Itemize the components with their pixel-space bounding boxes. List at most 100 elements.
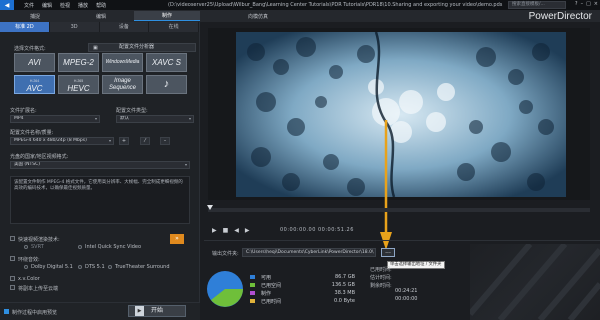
intel-label: Intel Quick Sync Video	[85, 244, 142, 250]
upload-checkbox[interactable]	[10, 285, 15, 290]
tab-3d[interactable]: 3D	[50, 22, 100, 32]
elapsed-value	[395, 272, 417, 280]
legend-name: 制作	[261, 290, 272, 297]
format-grid: AVI MPEG-2 WindowsMedia XAVC S H.264 AVC …	[14, 53, 190, 94]
close-button[interactable]: ×	[594, 1, 598, 7]
remaining-value: 00:24:21	[395, 288, 418, 294]
legend-value: 136.5 GB	[331, 282, 355, 288]
legend-value: 38.3 MB	[334, 290, 355, 296]
legend-name: 已用时间	[261, 298, 282, 305]
help-button[interactable]: ?	[575, 1, 578, 7]
previous-frame-icon[interactable]: ◀	[234, 227, 239, 234]
menu-view[interactable]: 检视	[60, 2, 70, 9]
region-label: 光盘的国家/地区视频格式:	[10, 154, 69, 160]
tab-edit[interactable]: 编辑	[68, 11, 134, 21]
preview-checkbox[interactable]	[4, 309, 9, 314]
format-avi[interactable]: AVI	[14, 53, 55, 72]
format-avc[interactable]: H.264 AVC	[14, 75, 55, 94]
start-button[interactable]: ▶ 开始	[128, 305, 186, 317]
intel-radio[interactable]	[78, 245, 82, 249]
surround-checkbox[interactable]	[10, 256, 15, 261]
output-folder-input[interactable]: C:\Users\heqi\Documents\CyberLink\PowerD…	[242, 248, 376, 257]
region-select[interactable]: 美国 (NTSC) ▾	[10, 161, 190, 169]
legend-value: 0.0 Byte	[334, 298, 355, 304]
format-audio[interactable]: ♪	[146, 75, 187, 94]
format-hevc[interactable]: H.265 HEVC	[58, 75, 99, 94]
add-profile-button[interactable]: +	[119, 137, 129, 145]
format-image-sequence[interactable]: Image Sequence	[102, 75, 143, 94]
format-mpeg2[interactable]: MPEG-2	[58, 53, 99, 72]
legend-value: 86.7 GB	[334, 274, 355, 280]
ext-select[interactable]: MP4 ▾	[10, 115, 100, 123]
tab-produce[interactable]: 制作	[134, 11, 200, 21]
format-label: 选择文件格式:	[14, 46, 46, 52]
quality-label: 配置文件名称/质量:	[10, 130, 54, 136]
dts-radio[interactable]	[78, 265, 82, 269]
seek-handle[interactable]	[207, 205, 213, 210]
menu-play[interactable]: 播放	[78, 2, 88, 9]
profile-type-value: 默认	[120, 116, 129, 121]
upload-label: 将副本上传至云端	[18, 286, 59, 292]
remove-profile-button[interactable]: –	[160, 137, 170, 145]
browse-button[interactable]: ...	[381, 248, 395, 257]
tab-online[interactable]: 在线	[149, 22, 199, 32]
total-value: 00:00:00	[395, 296, 418, 302]
format-mpeg2-label: MPEG-2	[63, 58, 94, 67]
preview-label: 制作过程中启用预览	[12, 310, 58, 316]
menu-edit[interactable]: 编辑	[42, 2, 52, 9]
browse-tooltip: 单击选择输出地址 / 文件夹	[387, 261, 445, 269]
stop-icon[interactable]: ■	[223, 227, 229, 234]
format-wm-label: WindowsMedia	[105, 59, 140, 65]
quality-select[interactable]: MPEG-4 640 x 480/24p (8 Mbps) ▾	[10, 137, 114, 145]
next-frame-icon[interactable]: ▶	[245, 227, 250, 234]
window-controls: ? – □ ×	[575, 1, 598, 7]
fast-render-checkbox[interactable]	[10, 236, 15, 241]
remaining-label: 剩余时间:	[370, 283, 392, 289]
start-label: 开始	[150, 307, 163, 314]
app-logo[interactable]: ◀	[0, 0, 14, 10]
search-input[interactable]: 搜索直接模板/...	[508, 1, 566, 9]
speed-icon: »	[170, 234, 184, 244]
truetheater-radio[interactable]	[108, 265, 112, 269]
tab-standard-2d[interactable]: 标准 2D	[0, 22, 50, 32]
xvcolor-checkbox[interactable]	[10, 276, 15, 281]
profile-description: 该配置文件制作 MPEG-4 格式文件，它使用高分辨率、大帧幅、完全制成更细视频…	[10, 176, 190, 224]
legend-name: 可用	[261, 274, 272, 281]
menu-file[interactable]: 文件	[24, 2, 34, 9]
project-path: (D:\videoserver25\Upload\Wilbur_Bang\Lea…	[168, 2, 503, 8]
chevron-down-icon: ▾	[184, 162, 187, 167]
format-windowsmedia[interactable]: WindowsMedia	[102, 53, 143, 72]
xvcolor-label: x.v.Color	[18, 276, 40, 282]
edit-profile-button[interactable]: ⁄	[140, 137, 150, 145]
svrt-radio[interactable]	[24, 245, 28, 249]
playback-controls: ▶ ■ ◀ ▶	[208, 222, 590, 238]
output-tabs: 标准 2D 3D 设备 在线	[0, 22, 199, 32]
tab-device[interactable]: 设备	[100, 22, 150, 32]
tab-capture[interactable]: 捕捉	[2, 11, 68, 21]
profile-type-select[interactable]: 默认 ▾	[116, 115, 194, 123]
play-icon[interactable]: ▶	[212, 227, 217, 234]
monitor-icon: ▣	[93, 45, 98, 51]
quality-value: MPEG-4 640 x 480/24p (8 Mbps)	[14, 138, 87, 143]
estimated-label: 估计时间:	[370, 275, 392, 281]
aerial-forest-image	[236, 32, 566, 197]
dolby-radio[interactable]	[24, 265, 28, 269]
timecode: 00:00:00.00 00:00:51.26	[280, 227, 354, 233]
mode-tabs: 捕捉 编辑 制作 向模仿真	[0, 10, 600, 22]
format-avc-label: AVC	[26, 83, 43, 93]
maximize-button[interactable]: □	[586, 1, 591, 7]
disk-legend: 可用 86.7 GB 已用空间 136.5 GB 制作 38.3 MB 已用时间 0.0…	[250, 273, 355, 305]
menu-help[interactable]: 帮助	[96, 2, 106, 9]
legend-row: 已用时间 0.0 Byte	[250, 297, 355, 305]
ext-value: MP4	[14, 116, 24, 121]
seek-bar[interactable]	[208, 208, 590, 212]
format-xavcs-label: XAVC S	[152, 58, 181, 67]
minimize-button[interactable]: –	[581, 1, 584, 7]
dolby-label: Dolby Digital 5.1	[31, 264, 73, 270]
legend-row: 已用空间 136.5 GB	[250, 281, 355, 289]
profile-analyzer-button[interactable]: ▣ 配置文件分析器	[88, 43, 196, 52]
fast-render-label: 快速视频渲染技术:	[18, 237, 60, 243]
format-hevc-label: HEVC	[67, 83, 90, 93]
format-xavcs[interactable]: XAVC S	[146, 53, 187, 72]
chevron-down-icon: ▾	[108, 138, 111, 143]
